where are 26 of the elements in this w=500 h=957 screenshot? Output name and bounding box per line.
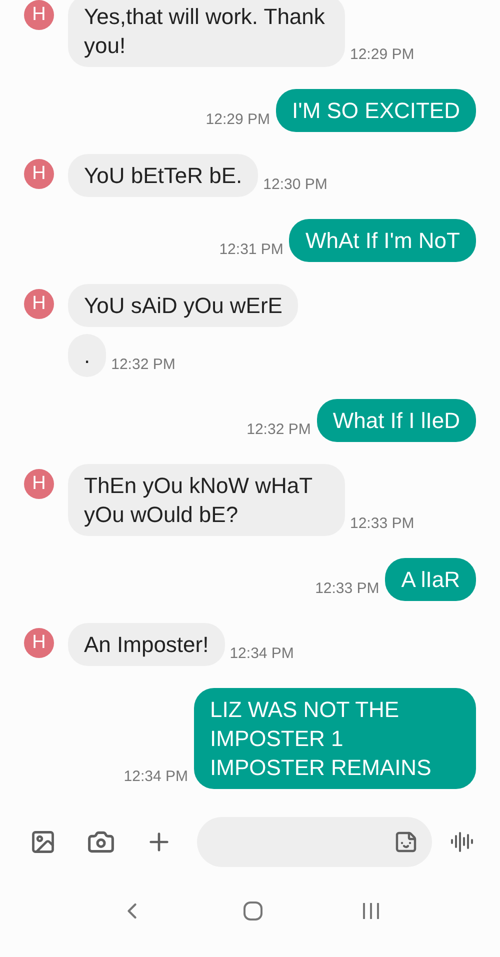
message-time: 12:31 PM	[219, 241, 284, 258]
contact-avatar[interactable]: H	[24, 0, 54, 30]
contact-avatar[interactable]: H	[24, 159, 54, 189]
contact-avatar[interactable]: H	[24, 628, 54, 658]
message-time: 12:29 PM	[206, 111, 270, 128]
received-message: Yes,that will work. Thank you!	[68, 0, 345, 67]
message-time: 12:29 PM	[350, 46, 414, 63]
sent-message: What If I lIeD	[316, 399, 476, 442]
contact-avatar[interactable]: H	[24, 289, 54, 319]
message-time: 12:34 PM	[230, 645, 294, 662]
sent-message: WhAt If I'm NoT	[289, 219, 476, 262]
received-message: YoU sAiD yOu wErE	[68, 284, 298, 327]
received-message: An Imposter!	[68, 623, 225, 666]
received-message: YoU bEtTeR bE.	[68, 154, 258, 197]
message-time: 12:33 PM	[315, 580, 380, 597]
message-time: 12:32 PM	[246, 421, 311, 438]
sent-message: I'M SO EXCITED	[276, 89, 476, 132]
message-time: 12:32 PM	[111, 356, 176, 373]
message-time: 12:30 PM	[263, 176, 328, 193]
contact-avatar[interactable]: H	[24, 469, 54, 499]
message-time: 12:33 PM	[350, 515, 414, 532]
message-time: 12:34 PM	[124, 768, 188, 785]
received-message: ThEn yOu kNoW wHaT yOu wOuld bE?	[68, 464, 345, 536]
sent-message: LIZ WAS NOT THE IMPOSTER 1 IMPOSTER REMAINS	[194, 688, 476, 789]
sent-message: A lIaR	[385, 558, 476, 601]
received-message: .	[68, 334, 106, 377]
